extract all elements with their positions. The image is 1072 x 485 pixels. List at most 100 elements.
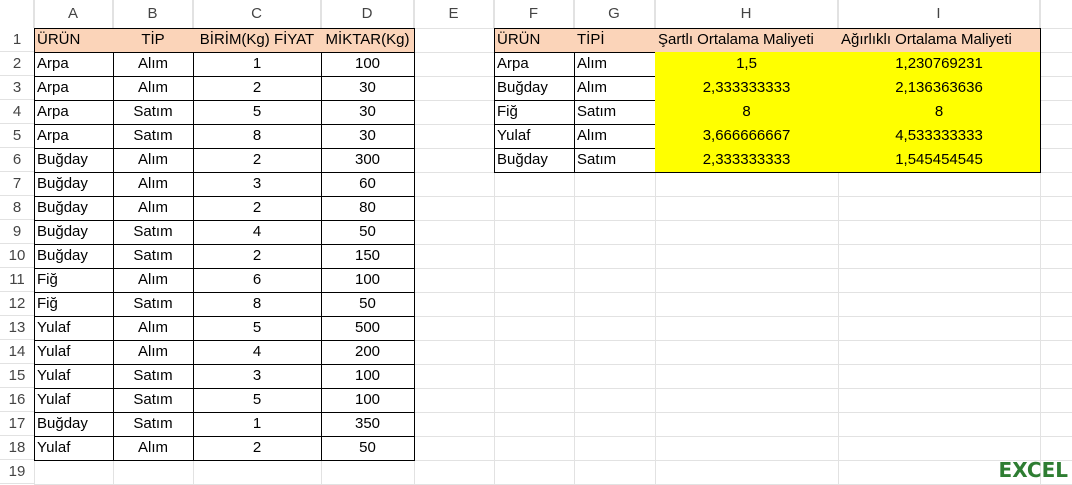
left-table-cell[interactable]: Alım xyxy=(113,340,194,365)
left-table-cell[interactable]: Buğday xyxy=(34,172,114,197)
left-table-cell[interactable]: 5 xyxy=(193,388,322,413)
left-table-cell[interactable]: 50 xyxy=(321,220,415,245)
left-table-cell[interactable]: Alım xyxy=(113,76,194,101)
column-header-e[interactable]: E xyxy=(414,0,494,28)
left-table-cell[interactable]: Arpa xyxy=(34,52,114,77)
column-header-b[interactable]: B xyxy=(113,0,193,28)
row-header-6[interactable]: 6 xyxy=(0,148,34,172)
row-header-10[interactable]: 10 xyxy=(0,244,34,268)
left-table-cell[interactable]: 50 xyxy=(321,436,415,461)
left-header-cell[interactable]: TİP xyxy=(113,28,194,53)
column-header-c[interactable]: C xyxy=(193,0,321,28)
left-table-cell[interactable]: Satım xyxy=(113,364,194,389)
row-header-7[interactable]: 7 xyxy=(0,172,34,196)
column-header-f[interactable]: F xyxy=(494,0,574,28)
left-table-cell[interactable]: Yulaf xyxy=(34,340,114,365)
left-table-cell[interactable]: Alım xyxy=(113,436,194,461)
left-table-cell[interactable]: 5 xyxy=(193,100,322,125)
left-table-cell[interactable]: 30 xyxy=(321,76,415,101)
left-table-cell[interactable]: Alım xyxy=(113,268,194,293)
left-table-cell[interactable]: Fiğ xyxy=(34,292,114,317)
result-table-cell[interactable]: 4,533333333 xyxy=(838,124,1041,149)
select-all-corner[interactable] xyxy=(0,0,34,28)
left-table-cell[interactable]: 100 xyxy=(321,52,415,77)
left-table-cell[interactable]: 30 xyxy=(321,124,415,149)
left-table-cell[interactable]: Alım xyxy=(113,172,194,197)
row-header-11[interactable]: 11 xyxy=(0,268,34,292)
left-table-cell[interactable]: Buğday xyxy=(34,220,114,245)
left-table-cell[interactable]: 80 xyxy=(321,196,415,221)
left-table-cell[interactable]: Satım xyxy=(113,388,194,413)
result-table-cell[interactable]: 2,136363636 xyxy=(838,76,1041,101)
result-table-cell[interactable]: 1,545454545 xyxy=(838,148,1041,173)
result-table-cell[interactable]: Buğday xyxy=(494,148,575,173)
left-table-cell[interactable]: 200 xyxy=(321,340,415,365)
left-table-cell[interactable]: 2 xyxy=(193,196,322,221)
result-table-cell[interactable]: 2,333333333 xyxy=(655,76,839,101)
left-header-cell[interactable]: ÜRÜN xyxy=(34,28,114,53)
result-table-cell[interactable]: 1,5 xyxy=(655,52,839,77)
result-table-cell[interactable]: Yulaf xyxy=(494,124,575,149)
left-table-cell[interactable]: Yulaf xyxy=(34,388,114,413)
row-header-2[interactable]: 2 xyxy=(0,52,34,76)
result-table-cell[interactable]: Fiğ xyxy=(494,100,575,125)
left-table-cell[interactable]: 3 xyxy=(193,364,322,389)
left-table-cell[interactable]: Arpa xyxy=(34,76,114,101)
left-table-cell[interactable]: 2 xyxy=(193,244,322,269)
column-header-g[interactable]: G xyxy=(574,0,655,28)
result-table-cell[interactable]: Satım xyxy=(574,148,656,173)
left-table-cell[interactable]: Buğday xyxy=(34,196,114,221)
column-header-h[interactable]: H xyxy=(655,0,838,28)
left-table-cell[interactable]: 100 xyxy=(321,364,415,389)
result-table-cell[interactable]: 1,230769231 xyxy=(838,52,1041,77)
left-table-cell[interactable]: Alım xyxy=(113,196,194,221)
column-header-d[interactable]: D xyxy=(321,0,414,28)
left-table-cell[interactable]: Alım xyxy=(113,148,194,173)
left-table-cell[interactable]: Yulaf xyxy=(34,364,114,389)
row-header-8[interactable]: 8 xyxy=(0,196,34,220)
left-table-cell[interactable]: Satım xyxy=(113,292,194,317)
left-table-cell[interactable]: 8 xyxy=(193,292,322,317)
left-table-cell[interactable]: Satım xyxy=(113,244,194,269)
left-table-cell[interactable]: 8 xyxy=(193,124,322,149)
row-header-16[interactable]: 16 xyxy=(0,388,34,412)
left-table-cell[interactable]: 2 xyxy=(193,76,322,101)
left-table-cell[interactable]: Yulaf xyxy=(34,316,114,341)
left-table-cell[interactable]: Buğday xyxy=(34,244,114,269)
left-table-cell[interactable]: 100 xyxy=(321,388,415,413)
left-table-cell[interactable]: Arpa xyxy=(34,124,114,149)
left-table-cell[interactable]: 50 xyxy=(321,292,415,317)
left-table-cell[interactable]: Fiğ xyxy=(34,268,114,293)
left-table-cell[interactable]: Satım xyxy=(113,124,194,149)
left-table-cell[interactable]: Satım xyxy=(113,412,194,437)
left-table-cell[interactable]: 3 xyxy=(193,172,322,197)
row-header-1[interactable]: 1 xyxy=(0,28,34,52)
left-table-cell[interactable]: 2 xyxy=(193,148,322,173)
left-table-cell[interactable]: 5 xyxy=(193,316,322,341)
left-table-cell[interactable]: Satım xyxy=(113,220,194,245)
left-table-cell[interactable]: 30 xyxy=(321,100,415,125)
row-header-17[interactable]: 17 xyxy=(0,412,34,436)
row-header-14[interactable]: 14 xyxy=(0,340,34,364)
row-header-3[interactable]: 3 xyxy=(0,76,34,100)
left-table-cell[interactable]: Arpa xyxy=(34,100,114,125)
left-table-cell[interactable]: 300 xyxy=(321,148,415,173)
left-header-cell[interactable]: MİKTAR(Kg) xyxy=(321,28,415,53)
result-table-cell[interactable]: 8 xyxy=(838,100,1041,125)
left-table-cell[interactable]: Buğday xyxy=(34,412,114,437)
right-header-cell[interactable]: TİPİ xyxy=(574,28,656,53)
left-table-cell[interactable]: Alım xyxy=(113,52,194,77)
result-table-cell[interactable]: Arpa xyxy=(494,52,575,77)
row-header-12[interactable]: 12 xyxy=(0,292,34,316)
left-table-cell[interactable]: 60 xyxy=(321,172,415,197)
left-table-cell[interactable]: Alım xyxy=(113,316,194,341)
left-table-cell[interactable]: 1 xyxy=(193,412,322,437)
left-table-cell[interactable]: 150 xyxy=(321,244,415,269)
row-header-18[interactable]: 18 xyxy=(0,436,34,460)
left-table-cell[interactable]: 350 xyxy=(321,412,415,437)
left-table-cell[interactable]: 4 xyxy=(193,220,322,245)
result-table-cell[interactable]: Alım xyxy=(574,76,656,101)
result-table-cell[interactable]: Satım xyxy=(574,100,656,125)
left-table-cell[interactable]: 6 xyxy=(193,268,322,293)
left-table-cell[interactable]: 100 xyxy=(321,268,415,293)
